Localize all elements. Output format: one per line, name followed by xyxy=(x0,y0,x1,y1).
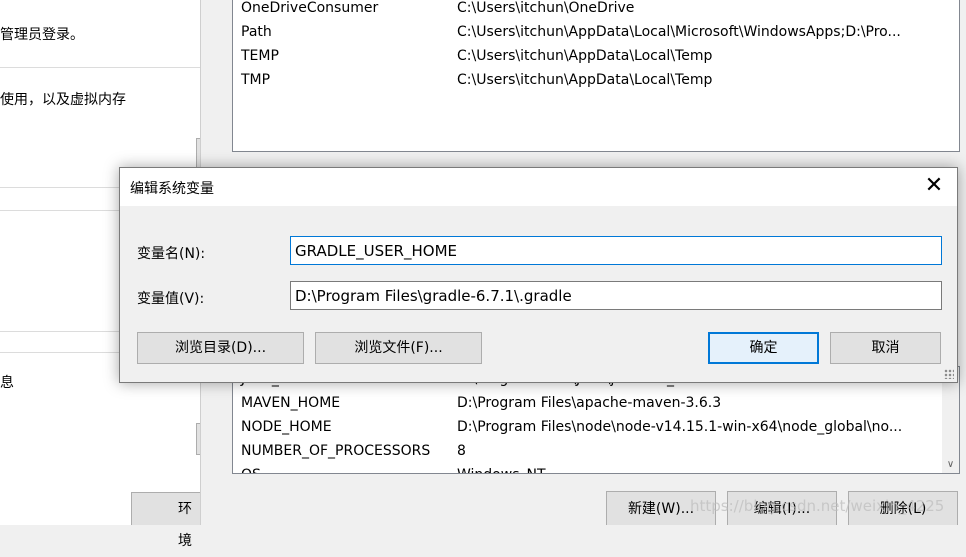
variable-value: Windows_NT xyxy=(457,463,937,473)
variable-value-input[interactable] xyxy=(290,281,942,310)
variable-name: NODE_HOME xyxy=(241,419,332,435)
scroll-down-arrow-icon[interactable]: ∨ xyxy=(944,458,957,471)
list-item[interactable]: NODE_HOME D:\Program Files\node\node-v14… xyxy=(241,415,953,439)
variable-value: D:\Program Files\apache-maven-3.6.3 xyxy=(457,395,722,411)
variable-name: MAVEN_HOME xyxy=(241,395,341,411)
ok-button[interactable]: 确定 xyxy=(708,332,819,364)
list-item[interactable]: TMP C:\Users\itchun\AppData\Local\Temp xyxy=(241,68,953,92)
variable-name-label: 变量名(N): xyxy=(137,246,206,262)
variable-value-label: 变量值(V): xyxy=(137,291,205,307)
edit-system-variable-dialog: 编辑系统变量 ✕ 变量名(N): 变量值(V): 浏览目录(D)... 浏览文件… xyxy=(119,167,958,383)
variable-value: D:\Program Files\node\node-v14.15.1-win-… xyxy=(457,419,903,435)
browse-directory-button[interactable]: 浏览目录(D)... xyxy=(137,332,304,364)
startup-info-text: 息 xyxy=(0,375,14,391)
variable-value: 8 xyxy=(457,443,466,459)
user-variables-list[interactable]: OneDriveConsumer C:\Users\itchun\OneDriv… xyxy=(232,0,960,152)
variable-value: C:\Users\itchun\AppData\Local\Temp xyxy=(457,48,713,64)
browse-file-button[interactable]: 浏览文件(F)... xyxy=(315,332,482,364)
variable-name-input[interactable] xyxy=(290,236,942,265)
performance-note-text: 使用，以及虚拟内存 xyxy=(0,92,126,108)
variable-name: Path xyxy=(241,24,272,40)
variable-name: OneDriveConsumer xyxy=(241,0,379,16)
divider xyxy=(0,67,200,68)
variable-value: C:\Users\itchun\OneDrive xyxy=(457,0,635,16)
admin-note-text: 管理员登录。 xyxy=(0,27,84,43)
cancel-button[interactable]: 取消 xyxy=(830,332,941,364)
list-item[interactable]: OS Windows_NT xyxy=(241,463,953,473)
dialog-title: 编辑系统变量 xyxy=(130,181,214,197)
dialog-titlebar[interactable]: 编辑系统变量 ✕ xyxy=(120,168,957,206)
resize-grip-icon[interactable] xyxy=(944,369,954,379)
variable-value: C:\Users\itchun\AppData\Local\Temp xyxy=(457,72,713,88)
watermark-text: https://blog.csdn.net/weixin_4225 xyxy=(690,497,945,515)
close-icon[interactable]: ✕ xyxy=(911,168,957,206)
list-item[interactable]: TEMP C:\Users\itchun\AppData\Local\Temp xyxy=(241,44,953,68)
environment-variables-button[interactable]: 环境 xyxy=(131,492,203,549)
list-item[interactable]: Path C:\Users\itchun\AppData\Local\Micro… xyxy=(241,20,953,44)
variable-value: C:\Users\itchun\AppData\Local\Microsoft\… xyxy=(457,24,901,40)
variable-name: OS xyxy=(241,463,261,473)
variable-name: TEMP xyxy=(241,48,279,64)
list-item[interactable]: NUMBER_OF_PROCESSORS 8 xyxy=(241,439,953,463)
variable-name: NUMBER_OF_PROCESSORS xyxy=(241,443,431,459)
list-item[interactable]: OneDriveConsumer C:\Users\itchun\OneDriv… xyxy=(241,0,953,20)
variable-name: TMP xyxy=(241,72,271,88)
list-item[interactable]: MAVEN_HOME D:\Program Files\apache-maven… xyxy=(241,391,953,415)
